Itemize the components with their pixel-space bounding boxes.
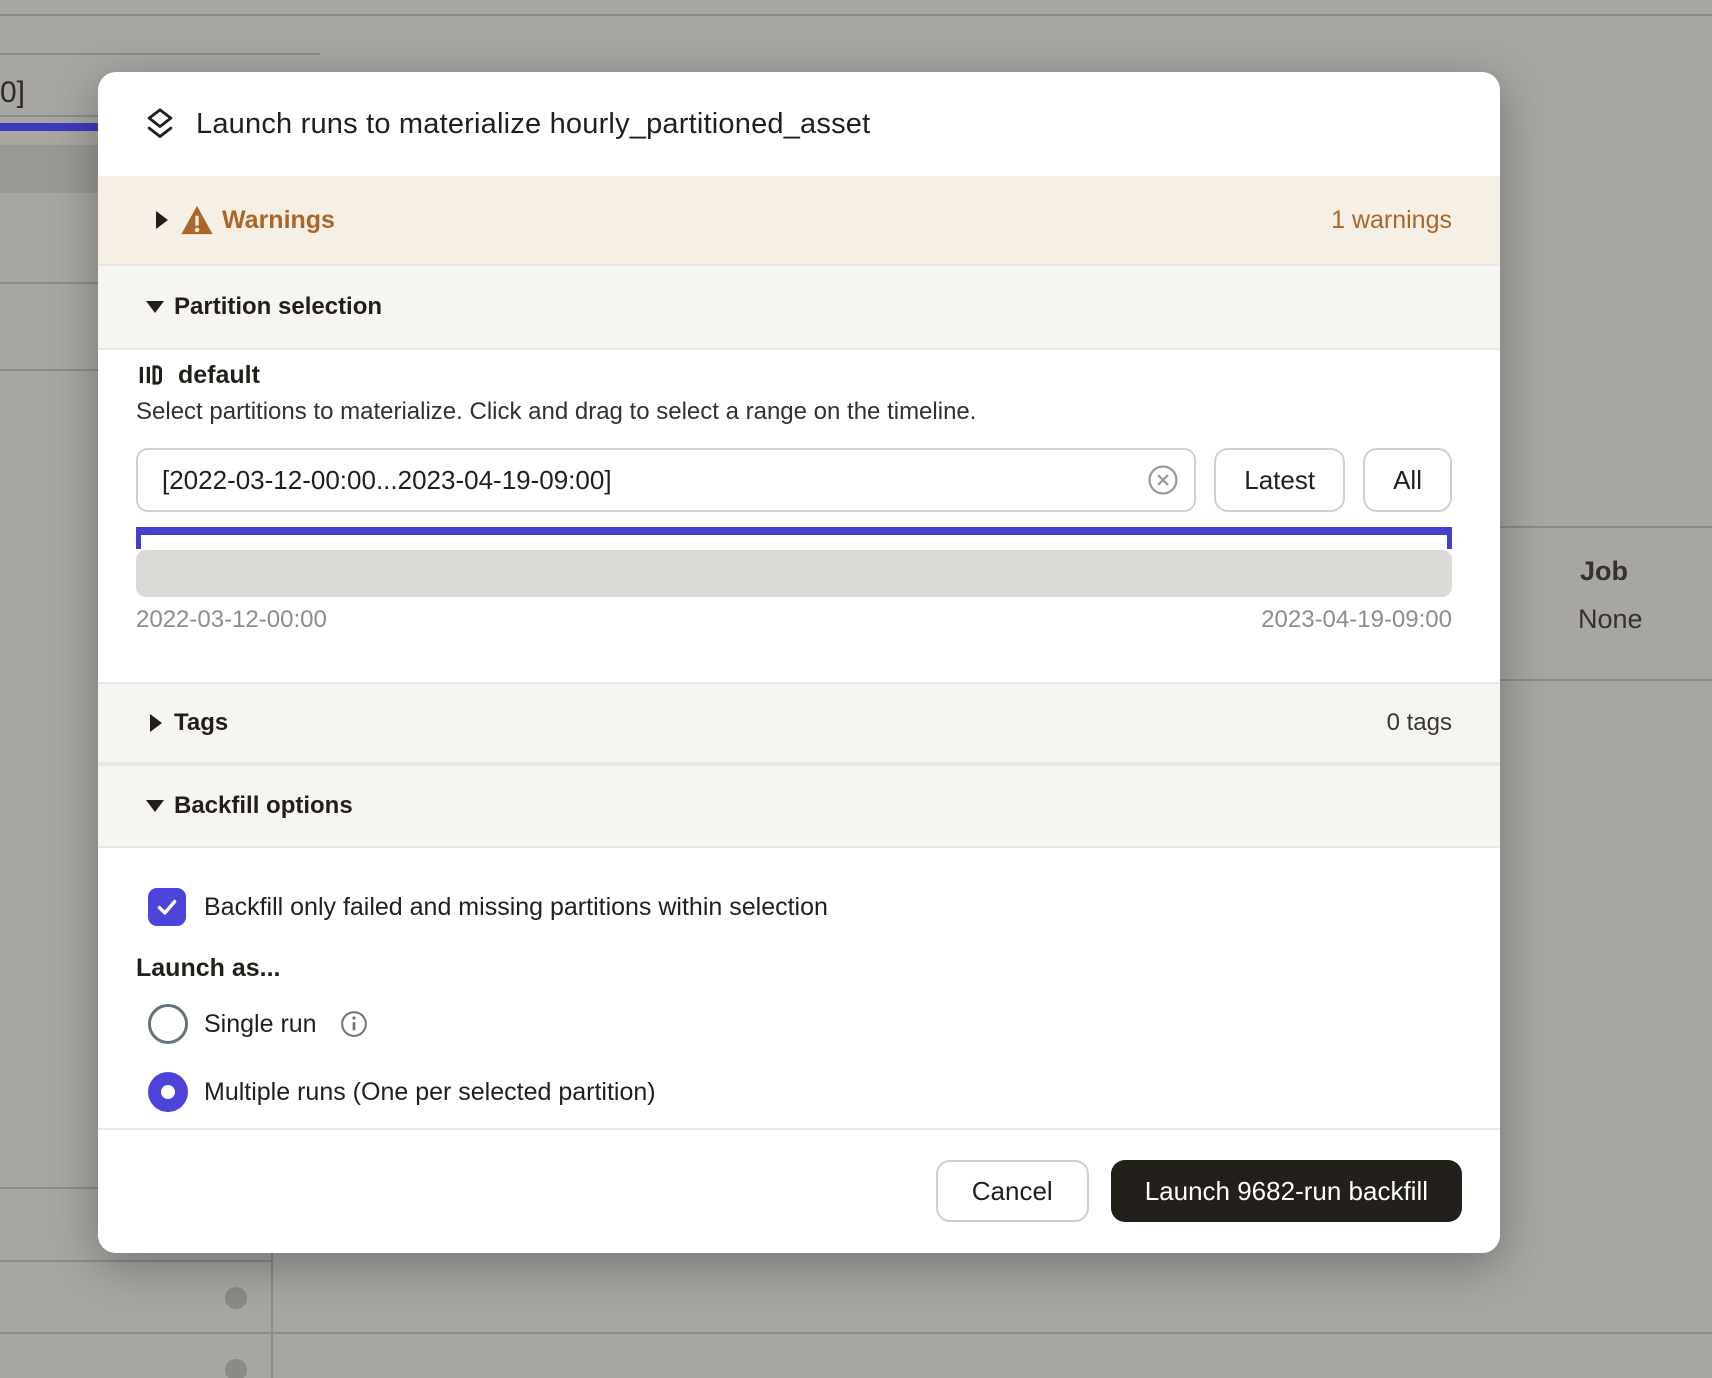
partition-range-input[interactable] [136, 448, 1196, 512]
launch-backfill-dialog: Launch runs to materialize hourly_partit… [98, 72, 1500, 1253]
caret-right-icon [156, 211, 168, 229]
radio-unselected-icon [148, 1004, 188, 1044]
bg-row-divider [0, 53, 320, 55]
materialize-layers-icon [140, 104, 180, 144]
bg-status-dot [225, 1359, 247, 1378]
warning-triangle-icon [180, 204, 214, 236]
tags-header: Tags [174, 709, 228, 737]
partition-selection-description: Select partitions to materialize. Click … [136, 398, 976, 426]
partition-selection-header: Partition selection [174, 293, 382, 321]
partition-set-icon [136, 360, 166, 390]
backfill-options-body: Backfill only failed and missing partiti… [98, 848, 1500, 1128]
warnings-section-toggle[interactable]: Warnings 1 warnings [98, 176, 1500, 264]
bg-row-divider [0, 1260, 272, 1262]
single-run-label: Single run [204, 1010, 317, 1039]
range-end-label: 2023-04-19-09:00 [1261, 606, 1452, 634]
bg-row-divider [0, 369, 98, 371]
bg-job-column-value: None [1578, 604, 1643, 635]
single-run-radio[interactable]: Single run [148, 1004, 369, 1044]
backfill-only-failed-label: Backfill only failed and missing partiti… [204, 893, 828, 922]
bg-row-divider [0, 282, 98, 284]
warnings-label: Warnings [222, 206, 335, 235]
range-start-label: 2022-03-12-00:00 [136, 606, 327, 634]
backfill-options-header: Backfill options [174, 792, 353, 820]
cancel-button[interactable]: Cancel [936, 1160, 1089, 1222]
launch-as-label: Launch as... [136, 954, 280, 983]
dialog-footer: Cancel Launch 9682-run backfill [98, 1128, 1500, 1253]
dialog-title: Launch runs to materialize hourly_partit… [196, 108, 870, 141]
bg-row-divider [0, 1187, 98, 1189]
bg-job-column-header: Job [1580, 556, 1628, 587]
all-button[interactable]: All [1363, 448, 1452, 512]
bg-column-divider [271, 1253, 273, 1378]
caret-right-icon [150, 714, 162, 732]
bg-row-divider [0, 1332, 1712, 1334]
bg-header-band [0, 145, 98, 193]
caret-down-icon [146, 301, 164, 313]
partition-selection-toggle[interactable]: Partition selection [98, 264, 1500, 350]
bg-row-divider [1500, 526, 1712, 528]
bg-status-dot [225, 1287, 247, 1309]
bg-clipped-input-text: 0] [0, 76, 25, 110]
info-circle-icon[interactable] [339, 1009, 369, 1039]
partition-selection-body: default Select partitions to materialize… [98, 350, 1500, 682]
tags-section-toggle[interactable]: Tags 0 tags [98, 682, 1500, 764]
warnings-count-badge: 1 warnings [1331, 206, 1452, 235]
partition-dimension-name: default [178, 361, 260, 390]
selected-range-bracket [136, 527, 1452, 549]
radio-selected-icon [148, 1072, 188, 1112]
launch-backfill-button[interactable]: Launch 9682-run backfill [1111, 1160, 1462, 1222]
caret-down-icon [146, 800, 164, 812]
latest-button[interactable]: Latest [1214, 448, 1345, 512]
checkmark-icon [154, 894, 180, 920]
bg-row-divider [1500, 679, 1712, 681]
clear-input-icon[interactable] [1146, 463, 1180, 497]
backfill-options-toggle[interactable]: Backfill options [98, 764, 1500, 848]
partition-timeline[interactable] [136, 550, 1452, 597]
bg-row-divider [0, 14, 1712, 16]
backfill-only-failed-checkbox[interactable] [148, 888, 186, 926]
multiple-runs-radio[interactable]: Multiple runs (One per selected partitio… [148, 1072, 656, 1112]
tags-count-badge: 0 tags [1387, 709, 1452, 737]
dialog-header: Launch runs to materialize hourly_partit… [98, 72, 1500, 176]
multiple-runs-label: Multiple runs (One per selected partitio… [204, 1078, 656, 1107]
